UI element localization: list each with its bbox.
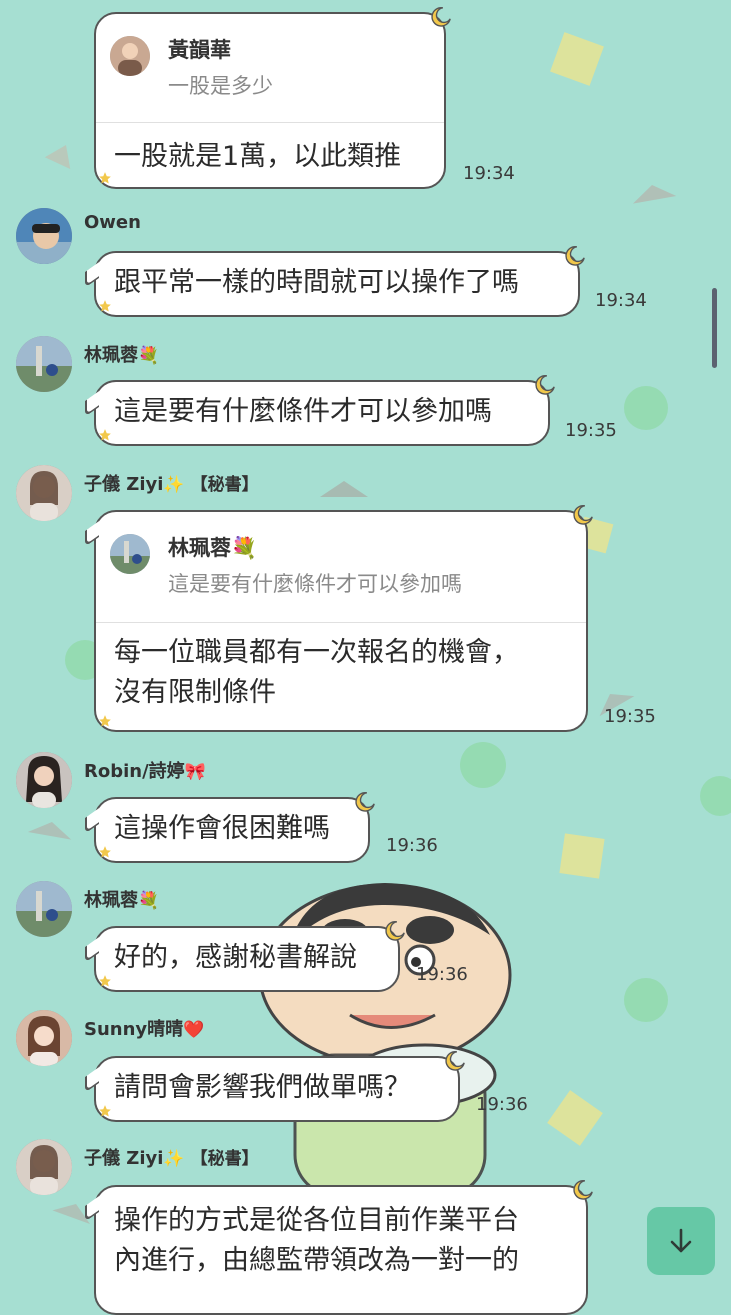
message-bubble[interactable]: 黃韻華 一股是多少 一股就是1萬，以此類推 — [94, 7, 451, 189]
avatar[interactable] — [16, 208, 72, 264]
sender-name: Sunny晴晴❤️ — [84, 1019, 205, 1040]
message-time: 19:34 — [463, 163, 515, 184]
avatar[interactable] — [16, 881, 72, 937]
reply-preview[interactable]: 黃韻華 一股是多少 — [96, 14, 444, 123]
message-text: 內進行，由總監帶領改為一對一的 — [114, 1245, 519, 1276]
arrow-down-icon — [670, 1228, 692, 1253]
bg-triangle — [320, 465, 368, 497]
message-bubble[interactable]: 操作的方式是從各位目前作業平台 內進行，由總監帶領改為一對一的 — [85, 1180, 593, 1315]
background-character-illustration — [258, 883, 512, 1195]
bg-circle — [624, 386, 668, 430]
message-time: 19:35 — [565, 420, 617, 441]
reply-sender-name: 林珮蓉💐 — [168, 536, 258, 560]
crescent-moon-icon — [355, 792, 375, 812]
message-text: 這是要有什麼條件才可以參加嗎 — [114, 396, 492, 427]
message-text: 跟平常一樣的時間就可以操作了嗎 — [114, 267, 519, 298]
message-bubble[interactable]: 跟平常一樣的時間就可以操作了嗎 — [85, 246, 585, 317]
sender-name: Owen — [84, 212, 141, 233]
scrollbar-thumb[interactable] — [712, 288, 717, 368]
message-time: 19:34 — [595, 290, 647, 311]
star-icon — [99, 429, 111, 441]
message-time: 19:36 — [416, 964, 468, 985]
bg-square — [547, 1090, 603, 1146]
message-text: 好的，感謝秘書解說 — [114, 942, 357, 973]
sender-name: 林珮蓉💐 — [84, 345, 160, 366]
bg-circle — [700, 776, 731, 816]
avatar[interactable] — [16, 1010, 72, 1066]
star-icon — [99, 1105, 111, 1117]
crescent-moon-icon — [573, 1180, 593, 1200]
message-bubble[interactable]: 這是要有什麼條件才可以參加嗎 — [85, 375, 555, 446]
reply-quoted-text: 這是要有什麼條件才可以參加嗎 — [168, 572, 462, 596]
star-icon — [99, 300, 111, 312]
message-time: 19:35 — [604, 706, 656, 727]
message-text: 操作的方式是從各位目前作業平台 — [114, 1205, 519, 1236]
message-time: 19:36 — [386, 835, 438, 856]
avatar[interactable] — [16, 465, 72, 521]
sender-name: Robin/詩婷🎀 — [84, 761, 206, 782]
message-text: 這操作會很困難嗎 — [114, 813, 330, 844]
scroll-to-bottom-button[interactable] — [647, 1207, 715, 1275]
star-icon — [99, 846, 111, 858]
message-text: 請問會影響我們做單嗎？ — [114, 1072, 411, 1103]
crescent-moon-icon — [445, 1051, 465, 1071]
sender-name: 子儀 Ziyi✨ 【秘書】 — [84, 474, 259, 495]
avatar[interactable] — [16, 1139, 72, 1195]
bg-circle — [460, 742, 506, 788]
reply-sender-name: 黃韻華 — [168, 38, 231, 62]
sender-name: 子儀 Ziyi✨ 【秘書】 — [84, 1148, 259, 1169]
message-bubble[interactable]: 好的，感謝秘書解說 — [85, 921, 405, 992]
message-bubble[interactable]: 請問會影響我們做單嗎？ — [85, 1051, 465, 1122]
message-bubble[interactable]: 這操作會很困難嗎 — [85, 792, 375, 863]
avatar[interactable] — [16, 336, 72, 392]
crescent-moon-icon — [565, 246, 585, 266]
message-text: 每一位職員都有一次報名的機會， — [114, 637, 519, 668]
bg-square — [550, 32, 604, 86]
message-bubble[interactable]: 林珮蓉💐 這是要有什麼條件才可以參加嗎 每一位職員都有一次報名的機會， 沒有限制… — [85, 505, 593, 732]
reply-preview[interactable]: 林珮蓉💐 這是要有什麼條件才可以參加嗎 — [96, 512, 586, 623]
crescent-moon-icon — [535, 375, 555, 395]
reply-quoted-text: 一股是多少 — [168, 74, 273, 98]
bg-triangle — [44, 120, 88, 170]
bg-triangle — [27, 804, 77, 840]
reply-avatar — [110, 36, 150, 76]
star-icon — [99, 715, 111, 727]
bg-triangle — [627, 166, 677, 204]
avatar[interactable] — [16, 752, 72, 808]
bg-circle — [624, 978, 668, 1022]
message-text: 一股就是1萬，以此類推 — [114, 141, 402, 172]
bg-square — [559, 833, 605, 879]
sender-name: 林珮蓉💐 — [84, 890, 160, 911]
message-time: 19:36 — [476, 1094, 528, 1115]
reply-avatar — [110, 534, 150, 574]
crescent-moon-icon — [385, 921, 405, 941]
star-icon — [99, 172, 111, 184]
message-text: 沒有限制條件 — [114, 677, 276, 708]
star-icon — [99, 975, 111, 987]
